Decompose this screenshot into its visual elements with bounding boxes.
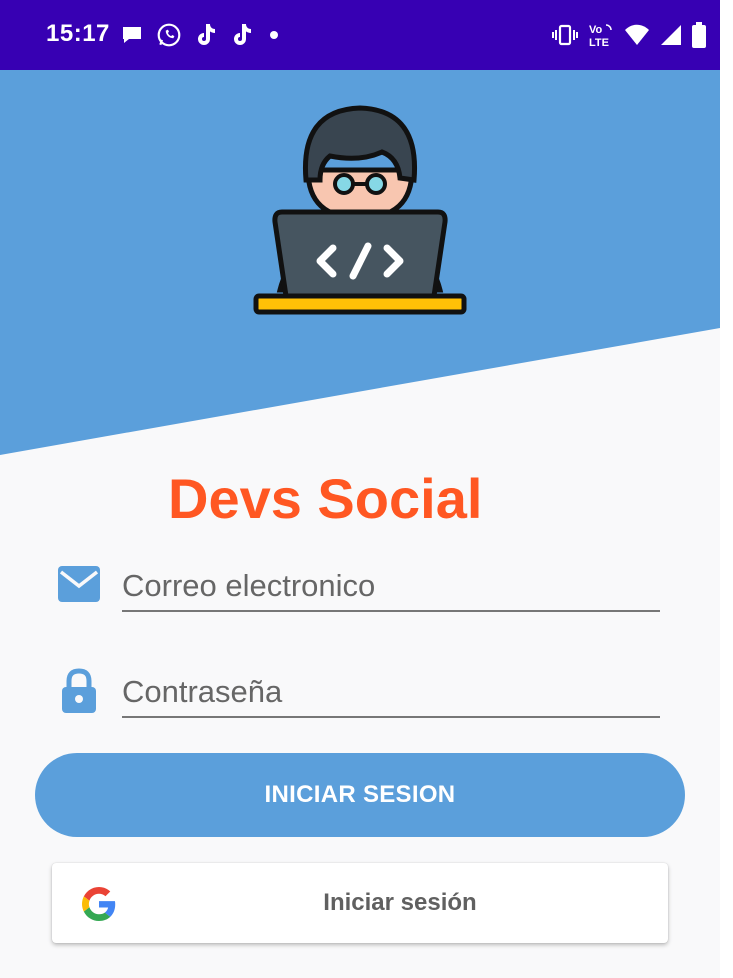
password-row	[56, 668, 660, 728]
notification-icons	[120, 20, 282, 50]
email-row	[56, 562, 660, 622]
whatsapp-icon	[157, 23, 181, 47]
status-bar: 15:17 Vo LTE	[0, 0, 720, 70]
svg-text:Vo: Vo	[589, 24, 603, 36]
tiktok-icon	[198, 24, 215, 45]
system-icons: Vo LTE	[552, 20, 706, 50]
signal-icon	[661, 25, 681, 45]
developer-illustration	[253, 105, 467, 315]
google-signin-button[interactable]: Iniciar sesión	[52, 863, 668, 943]
password-field[interactable]	[122, 668, 660, 718]
dot-icon	[270, 31, 278, 39]
wifi-icon	[625, 24, 649, 45]
svg-text:LTE: LTE	[589, 37, 609, 48]
battery-icon	[692, 22, 706, 48]
email-field[interactable]	[122, 562, 660, 612]
email-icon	[58, 566, 100, 602]
status-time: 15:17	[46, 20, 110, 47]
lock-icon	[62, 668, 96, 713]
login-button[interactable]: INICIAR SESION	[35, 753, 685, 837]
app-title: Devs Social	[168, 467, 483, 530]
vibrate-icon	[552, 24, 578, 46]
login-screen: 15:17 Vo LTE Devs Social Correo electron…	[0, 0, 720, 978]
tiktok-icon	[234, 24, 251, 45]
volte-icon: Vo LTE	[589, 24, 612, 48]
chat-bubble-icon	[123, 27, 141, 43]
google-signin-label: Iniciar sesión	[323, 889, 477, 916]
